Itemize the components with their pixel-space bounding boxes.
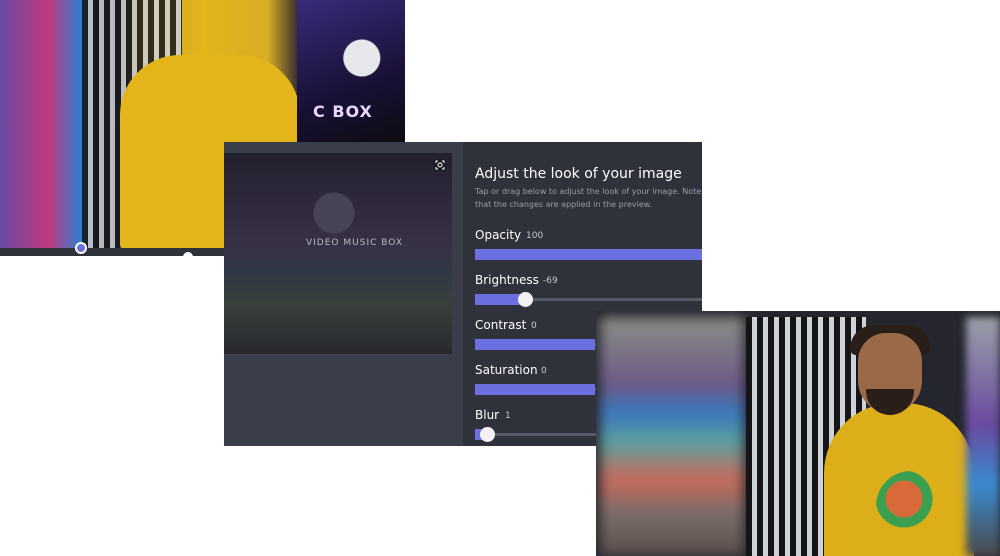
thumbnail-label: VIDEO MUSIC BOX bbox=[306, 238, 403, 248]
poster-text: C BOX bbox=[313, 102, 373, 121]
brightness-slider[interactable] bbox=[475, 292, 702, 307]
blur-value: 1 bbox=[505, 411, 511, 421]
opacity-label: Opacity bbox=[475, 228, 522, 242]
blur-slider-handle[interactable] bbox=[480, 427, 495, 442]
blurred-photo-card bbox=[596, 311, 1000, 556]
brightness-label: Brightness bbox=[475, 273, 539, 287]
opacity-value: 100 bbox=[526, 231, 544, 241]
contrast-slider-fill bbox=[475, 339, 595, 350]
shirt-graphic bbox=[876, 471, 946, 541]
saturation-label: Saturation bbox=[475, 363, 538, 377]
blurred-graffiti-wall bbox=[600, 317, 744, 556]
opacity-slider-fill bbox=[475, 249, 702, 260]
panel-title: Adjust the look of your image bbox=[475, 166, 682, 182]
opacity-slider[interactable] bbox=[475, 249, 702, 260]
brightness-value: -69 bbox=[543, 276, 558, 286]
expand-icon[interactable] bbox=[434, 159, 446, 171]
saturation-value: 0 bbox=[541, 366, 547, 376]
brightness-slider-handle[interactable] bbox=[518, 292, 533, 307]
panel-description: Tap or drag below to adjust the look of … bbox=[475, 187, 702, 209]
photo-slider-handle[interactable] bbox=[75, 242, 87, 254]
blur-label: Blur bbox=[475, 408, 500, 422]
preview-overlay bbox=[224, 153, 452, 354]
saturation-slider-fill bbox=[475, 384, 595, 395]
photo-slider-handle-secondary[interactable] bbox=[183, 252, 193, 256]
blurred-right-wall bbox=[966, 317, 1000, 556]
contrast-value: 0 bbox=[531, 321, 537, 331]
contrast-label: Contrast bbox=[475, 318, 527, 332]
poster-image bbox=[297, 0, 405, 145]
